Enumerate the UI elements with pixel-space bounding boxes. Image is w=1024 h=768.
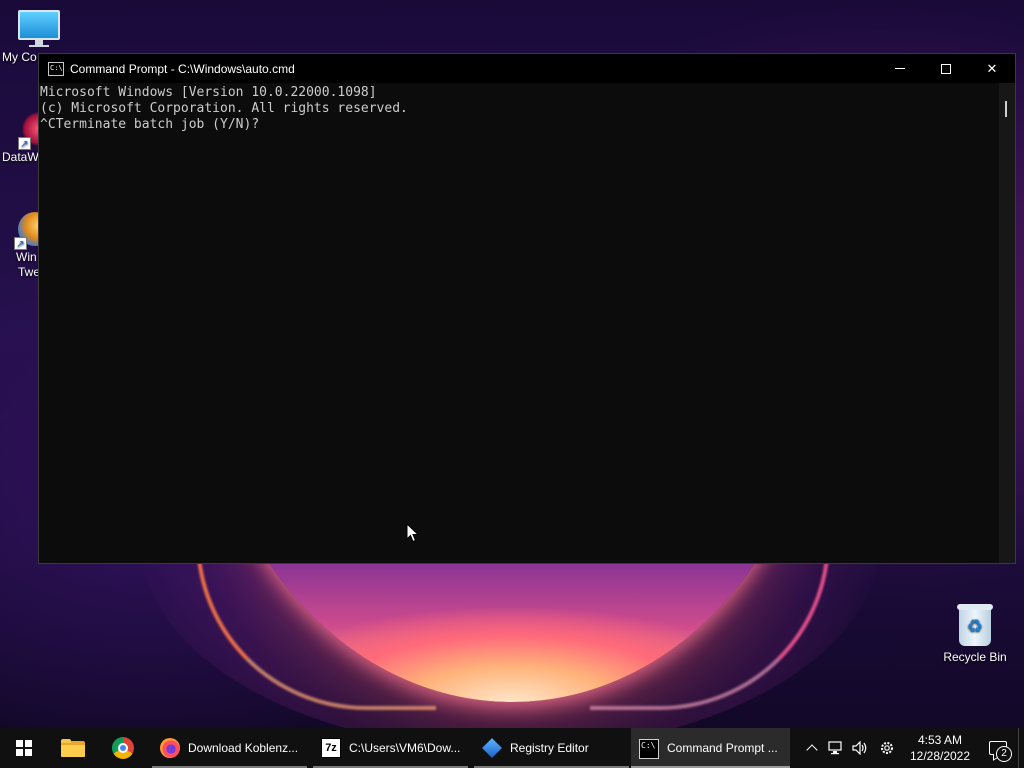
cmd-icon: C:\	[48, 61, 64, 76]
mouse-cursor-icon	[406, 523, 420, 543]
regedit-icon	[482, 738, 502, 758]
taskbar-task-label: Registry Editor	[510, 741, 589, 755]
chevron-up-icon	[806, 744, 818, 756]
taskbar-task-registry-editor[interactable]: Registry Editor	[474, 728, 629, 768]
taskbar-task-label: C:\Users\VM6\Dow...	[349, 741, 461, 755]
network-icon[interactable]	[824, 728, 848, 768]
taskbar-pin-file-explorer[interactable]	[48, 728, 98, 768]
desktop-icon-recycle-bin[interactable]: ♻ Recycle Bin	[938, 604, 1012, 665]
maximize-icon	[941, 63, 951, 74]
notification-count-badge: 2	[996, 746, 1012, 762]
clock-date: 12/28/2022	[909, 749, 971, 763]
wallpaper-orb-rim-left	[196, 540, 436, 710]
taskbar: Download Koblenz... 7z C:\Users\VM6\Dow.…	[0, 728, 1024, 768]
close-icon: ✕	[986, 60, 998, 76]
notification-center-button[interactable]: 2	[978, 728, 1018, 768]
window-titlebar[interactable]: C:\ Command Prompt - C:\Windows\auto.cmd…	[39, 54, 1015, 83]
system-tray: 4:53 AM 12/28/2022 2	[800, 728, 1024, 768]
windows-logo-icon	[16, 740, 32, 756]
shortcut-arrow-icon: ↗	[18, 137, 31, 150]
folder-icon	[61, 739, 85, 757]
taskbar-task-label: Download Koblenz...	[188, 741, 299, 755]
show-hidden-icons-button[interactable]	[800, 728, 824, 768]
this-pc-icon	[18, 10, 60, 47]
window-title: Command Prompt - C:\Windows\auto.cmd	[70, 61, 295, 76]
wallpaper-orb-rim-right	[590, 540, 830, 710]
show-desktop-button[interactable]	[1018, 728, 1024, 768]
console-line: ^CTerminate batch job (Y/N)?	[40, 117, 260, 132]
taskbar-task-7zip[interactable]: 7z C:\Users\VM6\Dow...	[313, 728, 468, 768]
desktop-icon-label: Recycle Bin	[943, 650, 1007, 664]
taskbar-task-label: Command Prompt ...	[667, 741, 778, 755]
taskbar-task-command-prompt[interactable]: C:\ Command Prompt ...	[631, 728, 790, 768]
volume-icon[interactable]	[848, 728, 872, 768]
shortcut-arrow-icon: ↗	[14, 237, 27, 250]
close-button[interactable]: ✕	[969, 54, 1015, 83]
7zip-icon: 7z	[321, 738, 341, 758]
recycle-bin-icon: ♻	[957, 604, 993, 646]
minimize-icon	[895, 68, 905, 69]
taskbar-task-firefox[interactable]: Download Koblenz...	[152, 728, 307, 768]
cmd-icon: C:\	[639, 739, 659, 759]
console-output[interactable]: Microsoft Windows [Version 10.0.22000.10…	[39, 83, 999, 563]
taskbar-clock[interactable]: 4:53 AM 12/28/2022	[902, 732, 978, 764]
console-scrollbar[interactable]	[999, 83, 1015, 563]
clock-time: 4:53 AM	[917, 733, 963, 747]
command-prompt-window[interactable]: C:\ Command Prompt - C:\Windows\auto.cmd…	[38, 53, 1016, 564]
console-line: Microsoft Windows [Version 10.0.22000.10…	[40, 85, 377, 100]
window-controls: ✕	[877, 54, 1015, 83]
settings-gear-icon[interactable]	[872, 728, 902, 768]
chrome-icon	[112, 737, 134, 759]
maximize-button[interactable]	[923, 54, 969, 83]
console-line: (c) Microsoft Corporation. All rights re…	[40, 101, 408, 116]
scrollbar-thumb[interactable]	[1005, 101, 1007, 117]
taskbar-pin-chrome[interactable]	[98, 728, 148, 768]
minimize-button[interactable]	[877, 54, 923, 83]
firefox-icon	[160, 738, 180, 758]
start-button[interactable]	[0, 728, 48, 768]
